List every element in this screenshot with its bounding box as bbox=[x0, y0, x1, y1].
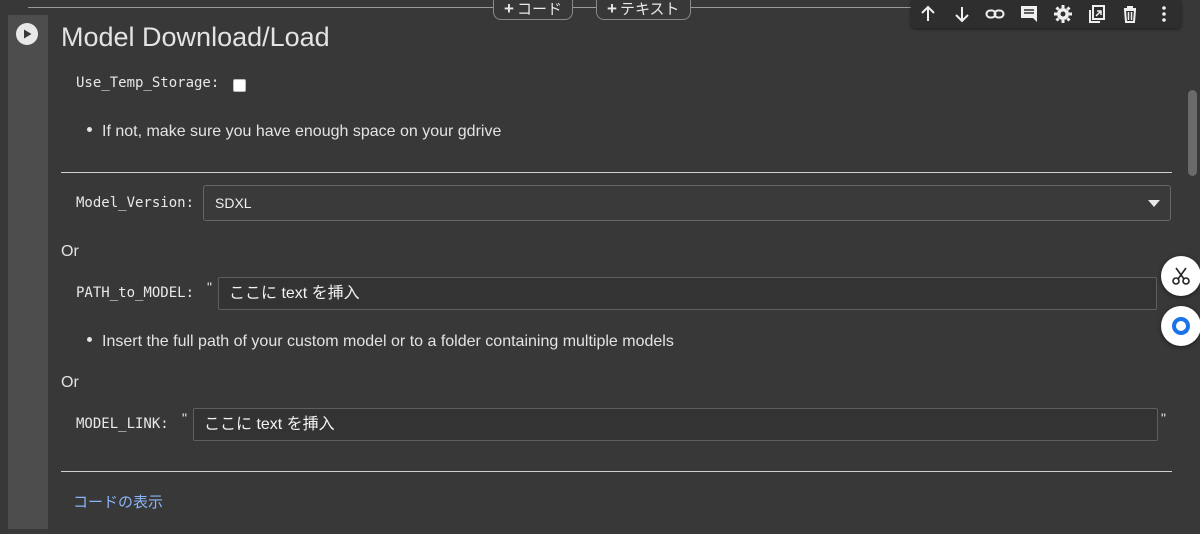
chat-button[interactable] bbox=[1161, 306, 1200, 346]
arrow-up-icon[interactable] bbox=[916, 2, 940, 26]
divider bbox=[61, 172, 1172, 173]
model-link-label: MODEL_LINK: bbox=[76, 416, 169, 432]
or-text: Or bbox=[61, 374, 79, 391]
scrollbar-thumb[interactable] bbox=[1188, 90, 1197, 176]
model-link-input[interactable]: ここに text を挿入 bbox=[193, 408, 1158, 441]
mirror-cell-icon[interactable] bbox=[1085, 2, 1109, 26]
plus-icon: + bbox=[504, 0, 514, 18]
trash-icon[interactable] bbox=[1118, 2, 1142, 26]
model-version-value: SDXL bbox=[215, 195, 252, 211]
model-version-select[interactable]: SDXL bbox=[203, 185, 1171, 221]
quote-mark: " bbox=[207, 279, 212, 295]
cell-gutter bbox=[8, 15, 48, 529]
use-temp-storage-checkbox[interactable] bbox=[233, 79, 246, 92]
chat-bubble-icon bbox=[1172, 317, 1190, 335]
scissors-button[interactable] bbox=[1161, 256, 1200, 296]
gear-icon[interactable] bbox=[1051, 2, 1075, 26]
model-version-label: Model_Version: bbox=[76, 195, 195, 211]
add-code-label: コード bbox=[516, 1, 562, 18]
bullet-dot bbox=[87, 127, 92, 133]
more-vert-icon[interactable] bbox=[1152, 2, 1176, 26]
comment-icon[interactable] bbox=[1017, 2, 1041, 26]
model-link-value: ここに text を挿入 bbox=[204, 416, 335, 433]
add-text-label: テキスト bbox=[619, 1, 680, 18]
path-to-model-label: PATH_to_MODEL: bbox=[76, 285, 195, 301]
path-note-item: Insert the full path of your custom mode… bbox=[87, 333, 674, 351]
use-temp-storage-label: Use_Temp_Storage: bbox=[76, 75, 220, 91]
add-text-button[interactable]: + テキスト bbox=[596, 0, 691, 20]
cell-title: Model Download/Load bbox=[61, 22, 330, 52]
arrow-down-icon[interactable] bbox=[950, 2, 974, 26]
link-icon[interactable] bbox=[983, 2, 1007, 26]
path-to-model-input[interactable]: ここに text を挿入 bbox=[218, 277, 1157, 310]
temp-note-text: If not, make sure you have enough space … bbox=[102, 123, 502, 140]
path-to-model-value: ここに text を挿入 bbox=[229, 285, 360, 302]
divider bbox=[61, 471, 1172, 472]
quote-mark: " bbox=[182, 410, 187, 426]
path-note-text: Insert the full path of your custom mode… bbox=[102, 333, 674, 350]
plus-icon: + bbox=[607, 0, 617, 18]
run-cell-button[interactable] bbox=[16, 23, 38, 45]
chevron-down-icon bbox=[1148, 200, 1160, 207]
show-code-link[interactable]: コードの表示 bbox=[73, 491, 163, 512]
temp-note-item: If not, make sure you have enough space … bbox=[87, 123, 501, 141]
cell-toolbar bbox=[911, 0, 1181, 28]
scissors-icon bbox=[1172, 267, 1190, 285]
play-icon bbox=[24, 29, 32, 39]
notebook-page: + コード + テキスト Model Download/Load Use_Tem… bbox=[0, 0, 1200, 534]
quote-mark: " bbox=[1161, 410, 1166, 426]
or-text: Or bbox=[61, 243, 79, 260]
bullet-dot bbox=[87, 337, 92, 343]
add-code-button[interactable]: + コード bbox=[493, 0, 573, 20]
